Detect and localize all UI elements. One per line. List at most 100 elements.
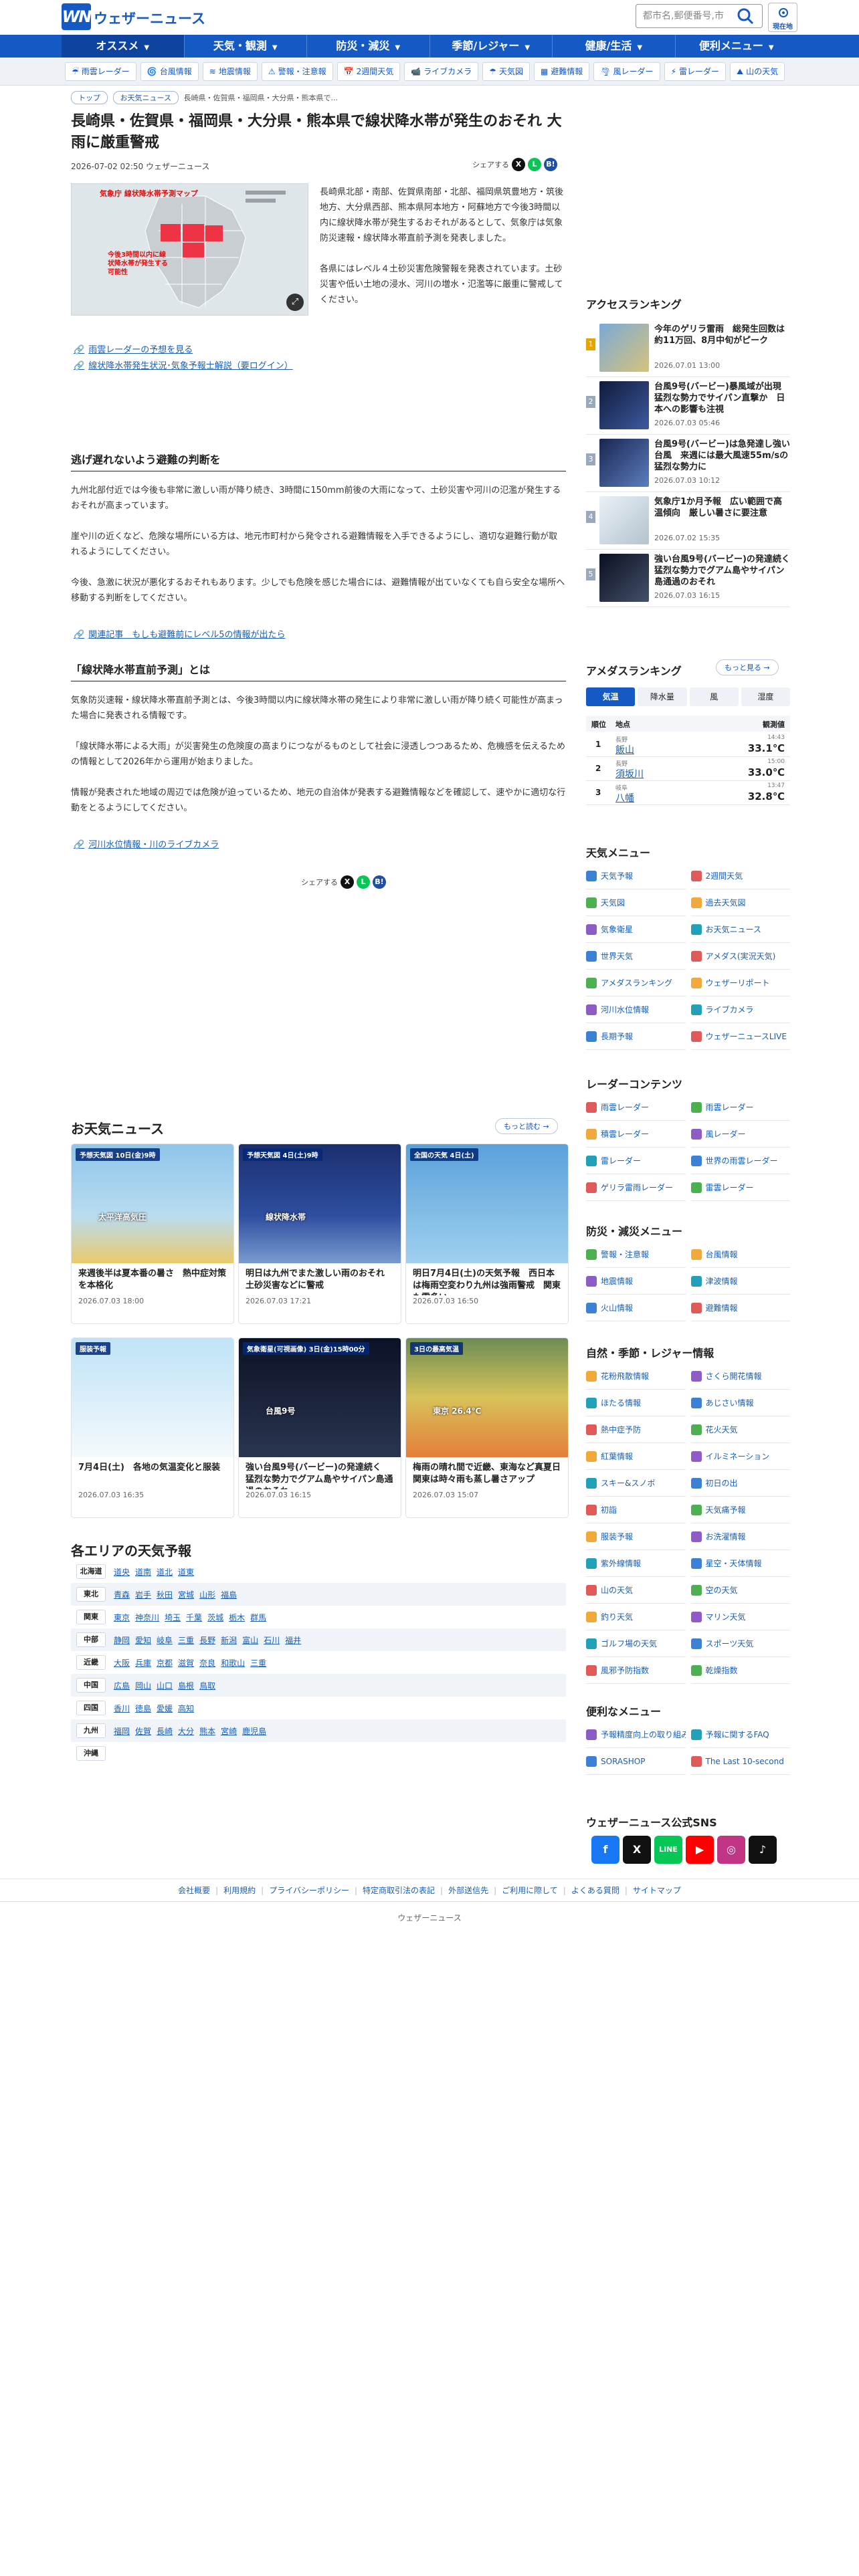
x-share-icon[interactable]: X — [341, 875, 354, 889]
menu-item[interactable]: 山の天気 — [586, 1577, 686, 1604]
senjo-status-link[interactable]: 🔗 線状降水帯発生状況･気象予報士解説（要ログイン） — [74, 358, 293, 371]
area-pref-link[interactable]: 長野 — [199, 1634, 215, 1646]
article-figure[interactable]: 気象庁 線状降水帯予測マップ 今後3時間以内に線状降水帯が発生する可能性 ⤢ — [71, 183, 308, 316]
amedas-row[interactable]: 2 長野 須坂川 15:00 33.0℃ — [586, 757, 790, 781]
radar-forecast-link[interactable]: 🔗 雨雲レーダーの予想を見る — [74, 342, 193, 355]
area-pref-link[interactable]: 大阪 — [114, 1657, 130, 1669]
area-pref-link[interactable]: 愛媛 — [157, 1703, 173, 1714]
area-pref-link[interactable]: 熊本 — [199, 1725, 215, 1737]
area-pref-link[interactable]: 岡山 — [135, 1680, 151, 1691]
subnav-item[interactable]: 📹 ライブカメラ — [404, 62, 479, 81]
menu-item[interactable]: 2週間天気 — [690, 863, 790, 889]
footer-link[interactable]: 会社概要 — [178, 1886, 210, 1895]
menu-item[interactable]: SORASHOP — [586, 1748, 686, 1775]
menu-item[interactable]: スキー&スノボ — [586, 1470, 686, 1497]
area-pref-link[interactable]: 広島 — [114, 1680, 130, 1691]
menu-item[interactable]: 空の天気 — [690, 1577, 790, 1604]
area-pref-link[interactable]: 長崎 — [157, 1725, 173, 1737]
ranking-item[interactable]: 1 今年のゲリラ雷雨 総発生回数は約11万回、8月中旬がピーク 2026.07.01… — [586, 320, 790, 377]
area-pref-link[interactable]: 秋田 — [157, 1589, 173, 1600]
menu-item[interactable]: 台風情報 — [690, 1241, 790, 1268]
menu-item[interactable]: アメダスランキング — [586, 970, 686, 996]
area-pref-link[interactable]: 福井 — [285, 1634, 301, 1646]
menu-item[interactable]: 雷雲レーダー — [690, 1174, 790, 1201]
menu-item[interactable]: スポーツ天気 — [690, 1630, 790, 1657]
news-card[interactable]: 気象衛星(可視画像) 3日(金)15時00分 台風9号 強い台風9号(バービー)の発… — [238, 1337, 401, 1518]
gnav-item[interactable]: オススメ ▼ — [62, 35, 184, 58]
area-pref-link[interactable]: 栃木 — [229, 1612, 245, 1623]
menu-item[interactable]: ライブカメラ — [690, 996, 790, 1023]
area-pref-link[interactable]: 岐阜 — [157, 1634, 173, 1646]
area-pref-link[interactable]: 富山 — [242, 1634, 258, 1646]
news-card[interactable]: 予想天気図 4日(土)9時 線状降水帯 明日は九州でまた激しい雨のおそれ 土砂災害な… — [238, 1144, 401, 1324]
menu-item[interactable]: 天気痛予報 — [690, 1497, 790, 1523]
area-pref-link[interactable]: 福岡 — [114, 1725, 130, 1737]
amedas-tab[interactable]: 降水量 — [638, 687, 687, 706]
news-card[interactable]: 3日の最高気温 東京 26.4℃ 梅雨の晴れ間で近畿、東海など真夏日 関東は時々雨も… — [405, 1337, 569, 1518]
menu-item[interactable]: ウェザーニュースLIVE — [690, 1023, 790, 1050]
news-thumbnail[interactable]: 予想天気図 10日(金)9時 太平洋高気圧 — [72, 1144, 233, 1263]
area-pref-link[interactable]: 千葉 — [186, 1612, 202, 1623]
area-pref-link[interactable]: 道東 — [178, 1566, 194, 1578]
area-pref-link[interactable]: 愛知 — [135, 1634, 151, 1646]
menu-item[interactable]: 地震情報 — [586, 1268, 686, 1295]
line-share-icon[interactable]: L — [528, 158, 541, 171]
area-pref-link[interactable]: 宮城 — [178, 1589, 194, 1600]
amedas-row[interactable]: 3 岐阜 八幡 13:47 32.8℃ — [586, 781, 790, 805]
area-pref-link[interactable]: 群馬 — [250, 1612, 266, 1623]
area-pref-link[interactable]: 新潟 — [221, 1634, 237, 1646]
area-pref-link[interactable]: 佐賀 — [135, 1725, 151, 1737]
menu-item[interactable]: 風レーダー — [690, 1121, 790, 1148]
area-pref-link[interactable]: 山形 — [199, 1589, 215, 1600]
related-article-link[interactable]: 🔗 関連記事 もしも避難前にレベル5の情報が出たら — [74, 627, 285, 640]
amedas-tab[interactable]: 気温 — [586, 687, 636, 706]
line-icon[interactable]: LINE — [654, 1836, 682, 1864]
area-pref-link[interactable]: 道北 — [157, 1566, 173, 1578]
area-pref-link[interactable]: 鹿児島 — [242, 1725, 266, 1737]
tiktok-icon[interactable]: ♪ — [749, 1836, 777, 1864]
area-pref-link[interactable]: 高知 — [178, 1703, 194, 1714]
menu-item[interactable]: イルミネーション — [690, 1443, 790, 1470]
menu-item[interactable]: 紅葉情報 — [586, 1443, 686, 1470]
menu-item[interactable]: ゴルフ場の天気 — [586, 1630, 686, 1657]
subnav-item[interactable]: ⛰ 山の天気 — [730, 62, 785, 81]
menu-item[interactable]: 天気予報 — [586, 863, 686, 889]
area-pref-link[interactable]: 石川 — [264, 1634, 280, 1646]
area-pref-link[interactable]: 兵庫 — [135, 1657, 151, 1669]
menu-item[interactable]: 風邪予防指数 — [586, 1657, 686, 1684]
ranking-item[interactable]: 4 気象庁1か月予報 広い範囲で高温傾向 厳しい暑さに要注意 2026.07.02 … — [586, 492, 790, 550]
amedas-tab[interactable]: 風 — [689, 687, 739, 706]
menu-item[interactable]: 天気図 — [586, 889, 686, 916]
area-pref-link[interactable]: 奈良 — [199, 1657, 215, 1669]
area-pref-link[interactable]: 茨城 — [207, 1612, 223, 1623]
footer-link[interactable]: 特定商取引法の表記 — [363, 1886, 435, 1895]
menu-item[interactable]: 釣り天気 — [586, 1604, 686, 1630]
area-pref-link[interactable]: 道央 — [114, 1566, 130, 1578]
subnav-item[interactable]: ☔ 雨雲レーダー — [65, 62, 136, 81]
amedas-row[interactable]: 1 長野 飯山 14:43 33.1℃ — [586, 733, 790, 757]
gnav-item[interactable]: 天気・観測 ▼ — [183, 35, 307, 58]
menu-item[interactable]: 気象衛星 — [586, 916, 686, 943]
gnav-item[interactable]: 防災・減災 ▼ — [306, 35, 430, 58]
subnav-item[interactable]: ▦ 避難情報 — [533, 62, 590, 81]
area-pref-link[interactable]: 神奈川 — [135, 1612, 159, 1623]
area-pref-link[interactable]: 島根 — [178, 1680, 194, 1691]
menu-item[interactable]: 雨雲レーダー — [586, 1094, 686, 1121]
menu-item[interactable]: 避難情報 — [690, 1295, 790, 1321]
search-icon[interactable] — [736, 7, 755, 25]
menu-item[interactable]: ウェザーリポート — [690, 970, 790, 996]
subnav-item[interactable]: ☂ 天気図 — [482, 62, 530, 81]
subnav-item[interactable]: ≋ 地震情報 — [202, 62, 258, 81]
menu-item[interactable]: アメダス(実況天気) — [690, 943, 790, 970]
news-thumbnail[interactable]: 3日の最高気温 東京 26.4℃ — [406, 1338, 568, 1457]
footer-link[interactable]: プライバシーポリシー — [269, 1886, 349, 1895]
menu-item[interactable]: The Last 10-second — [690, 1748, 790, 1775]
menu-item[interactable]: ほたる情報 — [586, 1390, 686, 1416]
area-pref-link[interactable]: 東京 — [114, 1612, 130, 1623]
area-pref-link[interactable]: 香川 — [114, 1703, 130, 1714]
menu-item[interactable]: 世界の雨雲レーダー — [690, 1148, 790, 1174]
subnav-item[interactable]: ⚡ 雷レーダー — [664, 62, 727, 81]
area-pref-link[interactable]: 徳島 — [135, 1703, 151, 1714]
news-card[interactable]: 服装予報 7月4日(土) 各地の気温変化と服装 2026.07.03 16:35 — [71, 1337, 234, 1518]
ranking-item[interactable]: 3 台風9号(バービー)は急発達し強い台風 来週には最大風速55m/sの猛烈な勢力… — [586, 435, 790, 492]
